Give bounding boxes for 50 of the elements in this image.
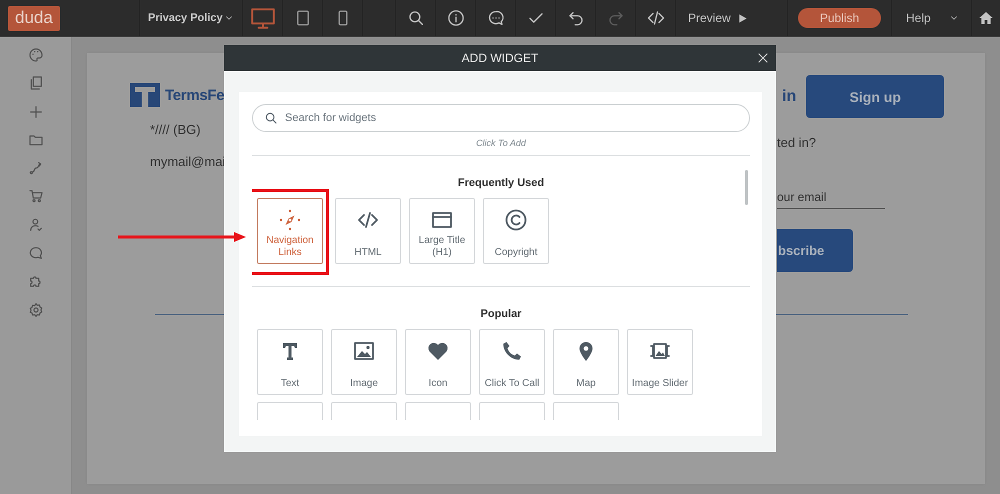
search-icon[interactable]	[406, 9, 424, 27]
compass-icon	[278, 208, 302, 232]
user-icon[interactable]	[28, 216, 44, 233]
path-icon[interactable]	[28, 160, 44, 176]
undo-icon[interactable]	[566, 9, 584, 27]
phone-text: *//// (BG)	[150, 122, 202, 137]
newsletter-question: ted in?	[777, 135, 816, 150]
help-menu[interactable]: Help	[892, 0, 972, 36]
section-title: Frequently Used	[456, 177, 546, 189]
publish-button[interactable]: Publish	[798, 8, 881, 28]
scrollbar-thumb[interactable]	[745, 170, 748, 205]
home-icon[interactable]	[978, 10, 994, 26]
widget-tile[interactable]: Text	[257, 329, 323, 395]
logo[interactable]: duda	[8, 6, 60, 30]
image-icon	[352, 339, 376, 363]
dialog-title: ADD WIDGET	[462, 51, 538, 65]
play-icon	[736, 12, 748, 24]
brand-name[interactable]: TermsFe	[165, 86, 224, 104]
comment-icon[interactable]	[486, 9, 504, 27]
palette-icon[interactable]	[28, 47, 44, 63]
code-icon[interactable]	[646, 9, 664, 27]
widget-tile[interactable]: HTML	[335, 198, 401, 264]
pages-icon[interactable]	[28, 75, 44, 92]
search-field[interactable]: Search for widgets	[252, 104, 750, 132]
hint-text: Click To Add	[475, 138, 527, 148]
sign-up-button[interactable]: Sign up	[806, 75, 944, 118]
widget-tile[interactable]: Map	[553, 329, 619, 395]
brand-logo-icon	[130, 83, 160, 107]
section-title: Popular	[480, 308, 522, 320]
copyright-icon	[504, 208, 528, 232]
subscribe-button[interactable]: bscribe	[777, 229, 853, 272]
chat-icon[interactable]	[28, 245, 44, 262]
email-text: mymail@mai	[150, 154, 224, 169]
widget-tile[interactable]: Icon	[405, 329, 471, 395]
widget-tile[interactable]: Copyright	[483, 198, 549, 264]
email-field[interactable]: our email	[777, 190, 885, 209]
login-link[interactable]: in	[775, 88, 796, 106]
page-select[interactable]: Privacy Policy	[140, 0, 243, 36]
info-icon[interactable]	[446, 9, 464, 27]
plus-icon[interactable]	[28, 104, 44, 120]
search-icon	[264, 111, 278, 125]
widget-tile[interactable]: Navigation Links	[257, 198, 323, 264]
cart-icon[interactable]	[28, 188, 44, 204]
widget-tile[interactable]: Image	[331, 329, 397, 395]
preview-button[interactable]: Preview	[688, 11, 748, 25]
widget-tile[interactable]: Image Slider	[627, 329, 693, 395]
widget-tile[interactable]: Large Title (H1)	[409, 198, 475, 264]
settings-icon[interactable]	[28, 302, 44, 318]
widget-tile[interactable]: Click To Call	[479, 329, 545, 395]
close-icon[interactable]	[757, 52, 769, 64]
